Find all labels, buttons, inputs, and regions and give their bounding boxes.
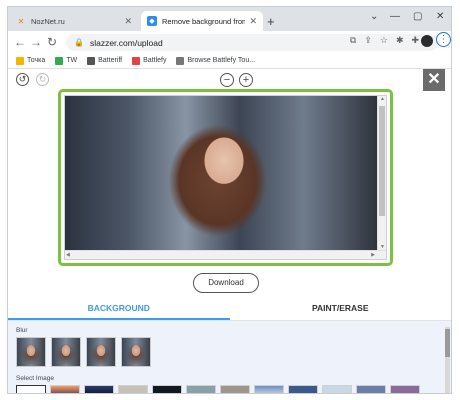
tab-title: NozNet.ru [31, 16, 65, 26]
more-menu-icon[interactable]: ⋮ [436, 32, 451, 47]
blur-option[interactable] [86, 337, 116, 367]
reload-icon[interactable]: ↻ [47, 35, 57, 49]
chevron-down-icon[interactable]: ⌄ [370, 11, 378, 22]
extension-icon[interactable]: ✱ [396, 35, 404, 46]
portrait-photo [65, 96, 383, 250]
tab-title: Remove background from imag [162, 16, 245, 26]
scroll-up-icon[interactable]: ▲ [380, 96, 385, 102]
background-option[interactable] [50, 385, 80, 393]
background-option[interactable] [220, 385, 250, 393]
scroll-left-icon[interactable]: ◀ [66, 252, 70, 258]
scroll-right-icon[interactable]: ▶ [371, 252, 375, 258]
background-option[interactable] [186, 385, 216, 393]
vertical-scrollbar[interactable]: ▲ ▼ [377, 96, 386, 259]
bookmark-item[interactable]: Точка [16, 56, 45, 65]
bookmark-item[interactable]: TW [55, 56, 77, 65]
close-tab-icon[interactable]: ✕ [124, 16, 132, 27]
tab-paint-erase[interactable]: PAINT/ERASE [230, 297, 452, 320]
url-text: slazzer.com/upload [89, 37, 163, 48]
omnibox-actions: ⧉ ⇪ ☆ ✱ ✚ ▮ [350, 35, 432, 46]
editor-page: ↺ ↻ − + ✕ ▲ ▼ ◀ ▶ Download BACKGROUND PA… [8, 69, 451, 393]
browser-window: ✕ NozNet.ru ✕ ◆ Remove background from i… [7, 6, 452, 394]
image-frame: ▲ ▼ ◀ ▶ [58, 89, 393, 266]
redo-icon[interactable]: ↻ [36, 73, 49, 86]
tools-icon: ✕ [17, 16, 25, 26]
background-option[interactable] [322, 385, 352, 393]
blur-label: Blur [16, 327, 28, 334]
background-option[interactable] [118, 385, 148, 393]
scrollbar-thumb[interactable] [379, 106, 385, 216]
close-editor-button[interactable]: ✕ [423, 69, 445, 91]
tab-slazzer[interactable]: ◆ Remove background from imag ✕ [141, 11, 263, 31]
panel-tabs: BACKGROUND PAINT/ERASE [8, 297, 451, 321]
share-icon[interactable]: ⇪ [364, 35, 372, 46]
blur-option[interactable] [51, 337, 81, 367]
background-option[interactable] [390, 385, 420, 393]
bookmark-item[interactable]: Batteriff [87, 56, 122, 65]
edit-panel: BACKGROUND PAINT/ERASE Blur Select Image [8, 297, 451, 393]
folder-icon [16, 56, 24, 65]
background-option[interactable] [356, 385, 386, 393]
blur-option[interactable] [121, 337, 151, 367]
close-window-icon[interactable]: ✕ [436, 11, 444, 22]
bookmark-favicon-icon [132, 56, 141, 65]
undo-icon[interactable]: ↺ [16, 73, 29, 86]
select-image-label: Select Image [16, 375, 54, 382]
bookmark-favicon-icon [55, 56, 64, 65]
background-image-options [16, 385, 420, 393]
background-option[interactable] [16, 385, 46, 393]
background-option[interactable] [288, 385, 318, 393]
bookmark-item[interactable]: Battlefy [132, 56, 166, 65]
blur-option[interactable] [16, 337, 46, 367]
maximize-icon[interactable]: ▢ [413, 11, 422, 22]
minimize-icon[interactable]: — [390, 11, 400, 22]
bookmark-star-icon[interactable]: ☆ [380, 35, 388, 46]
slazzer-icon: ◆ [147, 16, 157, 26]
background-option[interactable] [84, 385, 114, 393]
bookmark-item[interactable]: Browse Battlefy Tou... [176, 56, 255, 65]
toolbar: ← → ↻ 🔒 slazzer.com/upload ⧉ ⇪ ☆ ✱ ✚ ▮ [8, 31, 451, 53]
horizontal-scrollbar[interactable]: ◀ ▶ [65, 250, 386, 259]
download-button[interactable]: Download [193, 273, 259, 293]
bookmark-favicon-icon [87, 56, 96, 65]
bookmarks-bar: Точка TW Batteriff Battlefy Browse Battl… [8, 53, 451, 69]
panel-scrollbar[interactable] [445, 327, 450, 393]
zoom-in-icon[interactable]: + [239, 73, 253, 87]
translate-icon[interactable]: ⧉ [350, 35, 356, 46]
blur-options [16, 337, 151, 367]
avatar[interactable] [421, 35, 433, 47]
puzzle-icon[interactable]: ✚ [412, 35, 420, 46]
tab-noznet[interactable]: ✕ NozNet.ru ✕ [10, 11, 138, 31]
zoom-out-icon[interactable]: − [220, 73, 234, 87]
lock-icon: 🔒 [74, 38, 84, 47]
image-canvas[interactable]: ▲ ▼ ◀ ▶ [64, 95, 387, 260]
forward-icon[interactable]: → [30, 35, 42, 49]
back-icon[interactable]: ← [14, 35, 26, 49]
background-option[interactable] [254, 385, 284, 393]
background-option[interactable] [152, 385, 182, 393]
close-tab-icon[interactable]: ✕ [249, 16, 257, 27]
bookmark-favicon-icon [176, 56, 185, 65]
new-tab-button[interactable]: + [267, 14, 275, 29]
tab-strip: ✕ NozNet.ru ✕ ◆ Remove background from i… [8, 7, 451, 31]
scrollbar-thumb[interactable] [445, 329, 450, 357]
address-bar[interactable]: 🔒 slazzer.com/upload ⧉ ⇪ ☆ ✱ ✚ ▮ [66, 34, 438, 51]
tab-background[interactable]: BACKGROUND [8, 297, 230, 320]
